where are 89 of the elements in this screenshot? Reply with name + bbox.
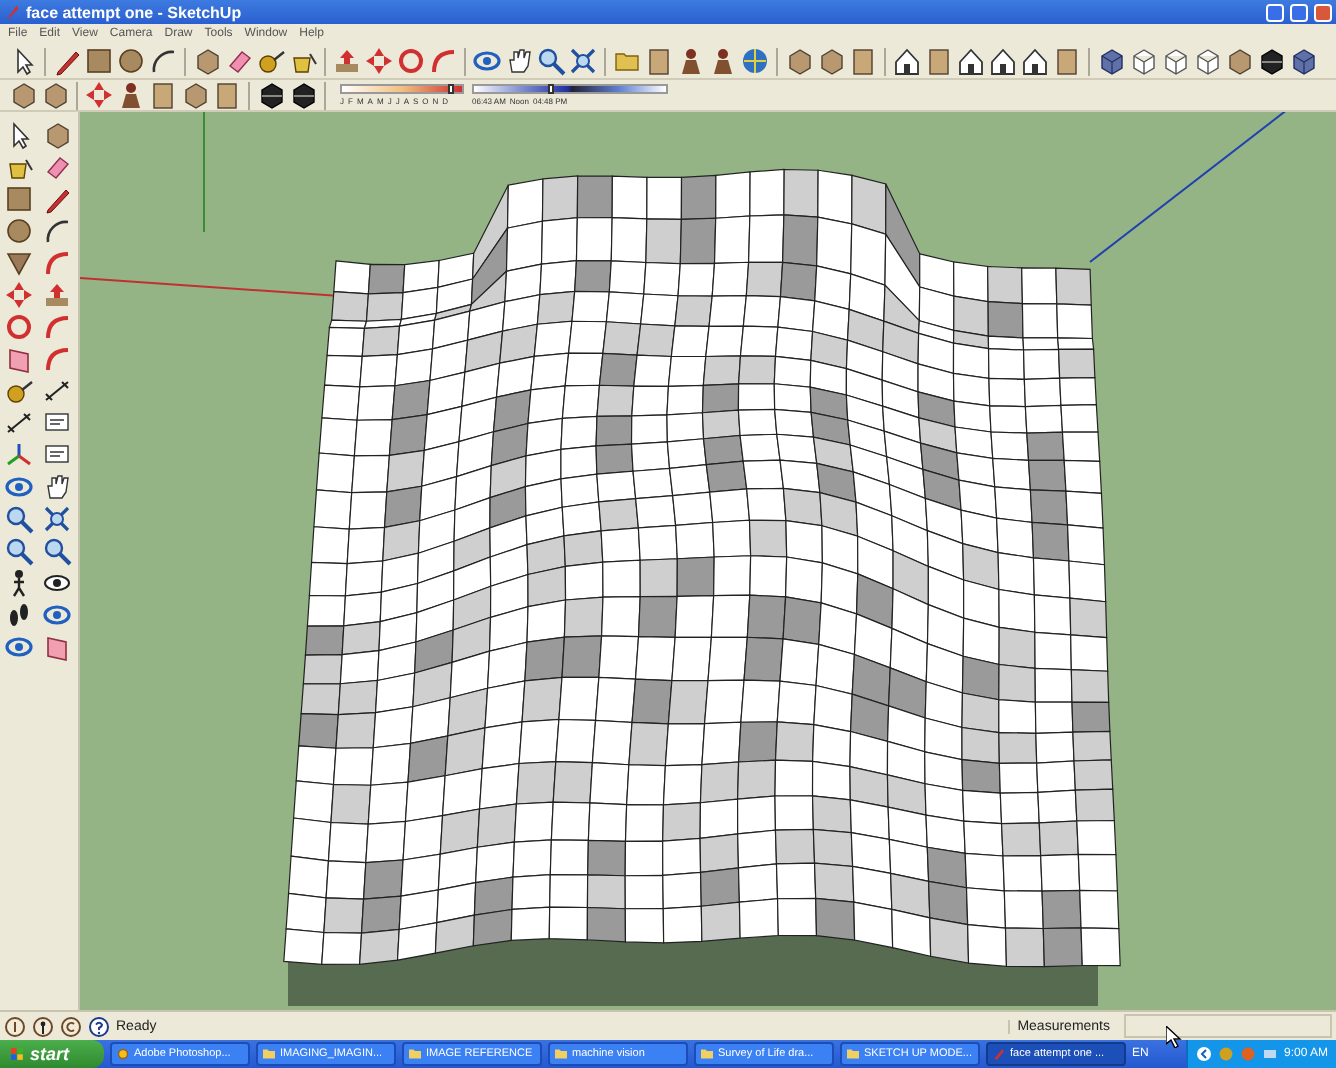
rotate-icon[interactable] <box>4 312 34 342</box>
panel-icon[interactable] <box>924 46 954 76</box>
wireframe-cube-icon[interactable] <box>1160 46 1190 76</box>
folder-icon <box>846 1048 860 1060</box>
arc-icon[interactable] <box>148 46 178 76</box>
panel-icon[interactable] <box>644 46 674 76</box>
box-icon[interactable] <box>8 80 38 110</box>
dimension-icon[interactable] <box>42 376 72 406</box>
follow-me-icon[interactable] <box>42 248 72 278</box>
shaded-cube-icon[interactable] <box>1096 46 1126 76</box>
panel-icon[interactable] <box>1052 46 1082 76</box>
restore-button[interactable] <box>1290 3 1308 21</box>
month-slider[interactable] <box>340 84 464 94</box>
push-pull-icon[interactable] <box>42 280 72 310</box>
zoom-icon[interactable] <box>536 46 566 76</box>
follow-me-icon[interactable] <box>42 344 72 374</box>
orbit-icon[interactable] <box>4 472 34 502</box>
box-icon[interactable] <box>42 120 72 150</box>
eraser-icon[interactable] <box>42 152 72 182</box>
person-icon[interactable] <box>116 80 146 110</box>
chevron-icon[interactable] <box>1195 1046 1212 1062</box>
folder-icon <box>408 1048 422 1060</box>
zoom-extents-icon[interactable] <box>568 46 598 76</box>
footprints-icon[interactable] <box>4 600 34 630</box>
rotate-icon[interactable] <box>396 46 426 76</box>
triangle-icon[interactable] <box>4 248 34 278</box>
geolocation-icon[interactable] <box>4 1015 26 1037</box>
folder-icon <box>262 1048 276 1060</box>
house-icon[interactable] <box>956 46 986 76</box>
windows-flag-icon <box>10 1048 24 1060</box>
follow-me-icon[interactable] <box>42 312 72 342</box>
zoom-icon[interactable] <box>42 536 72 566</box>
help-icon[interactable] <box>88 1015 110 1037</box>
pencil-icon <box>992 1048 1006 1060</box>
axes-icon[interactable] <box>4 440 34 470</box>
person-icon[interactable] <box>708 46 738 76</box>
person-icon[interactable] <box>676 46 706 76</box>
push-pull-icon[interactable] <box>332 46 362 76</box>
globe-icon[interactable] <box>740 46 770 76</box>
close-button[interactable] <box>1314 3 1332 21</box>
minimize-button[interactable] <box>1266 3 1284 21</box>
panel-icon[interactable] <box>212 80 242 110</box>
orbit-icon[interactable] <box>42 600 72 630</box>
wireframe-cube-icon[interactable] <box>1192 46 1222 76</box>
circle-icon[interactable] <box>116 46 146 76</box>
window-title: face attempt one - SketchUp <box>26 3 244 21</box>
orbit-icon[interactable] <box>4 632 34 662</box>
mouse-pointer-icon <box>1166 1026 1182 1048</box>
hand-icon[interactable] <box>504 46 534 76</box>
arc-icon[interactable] <box>42 216 72 246</box>
move-icon[interactable] <box>4 280 34 310</box>
house-icon[interactable] <box>988 46 1018 76</box>
orbit-icon[interactable] <box>472 46 502 76</box>
rectangle-icon[interactable] <box>4 184 34 214</box>
measurements-field[interactable] <box>1124 1014 1332 1038</box>
credits-icon[interactable] <box>32 1015 54 1037</box>
box-icon[interactable] <box>40 80 70 110</box>
wireframe-cube-icon[interactable] <box>1128 46 1158 76</box>
section-plane-icon[interactable] <box>4 344 34 374</box>
house-icon[interactable] <box>1020 46 1050 76</box>
zoom-icon[interactable] <box>4 504 34 534</box>
hand-icon[interactable] <box>42 472 72 502</box>
y-axis-line <box>203 112 205 233</box>
move-icon[interactable] <box>364 46 394 76</box>
dark-cube-icon[interactable] <box>256 80 286 110</box>
rectangle-icon[interactable] <box>84 46 114 76</box>
pencil-icon[interactable] <box>42 184 72 214</box>
section-plane-icon[interactable] <box>42 632 72 662</box>
zoom-extents-icon[interactable] <box>42 504 72 534</box>
circle-icon[interactable] <box>4 216 34 246</box>
app-logo-icon <box>4 4 20 20</box>
zoom-icon[interactable] <box>4 536 34 566</box>
house-icon[interactable] <box>892 46 922 76</box>
shaded-cube-icon[interactable] <box>1288 46 1318 76</box>
start-button[interactable]: start <box>0 1040 104 1068</box>
tape-measure-icon[interactable] <box>4 376 34 406</box>
user-icon[interactable] <box>60 1015 82 1037</box>
folder-icon <box>554 1048 568 1060</box>
folder-icon <box>700 1048 714 1060</box>
panel-icon[interactable] <box>848 46 878 76</box>
move-icon[interactable] <box>84 80 114 110</box>
dark-cube-icon[interactable] <box>288 80 318 110</box>
time-slider[interactable] <box>472 84 668 94</box>
follow-me-icon[interactable] <box>428 46 458 76</box>
sun-icon <box>116 1048 130 1060</box>
dimension-icon[interactable] <box>4 408 34 438</box>
dark-cube-icon[interactable] <box>1256 46 1286 76</box>
panel-icon[interactable] <box>148 80 178 110</box>
tape-measure-icon[interactable] <box>256 46 286 76</box>
